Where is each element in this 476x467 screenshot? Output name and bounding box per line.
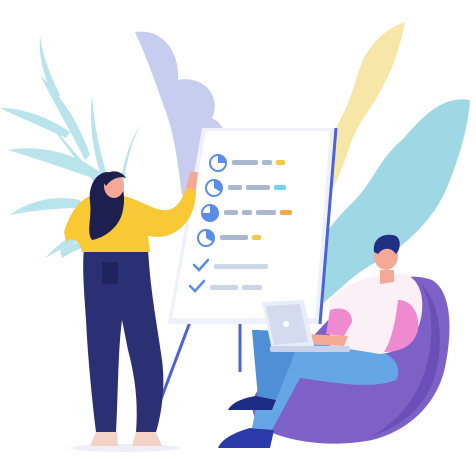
text-line (262, 160, 272, 165)
text-line (256, 210, 276, 215)
ground-shadow (70, 444, 180, 452)
text-line (220, 235, 248, 240)
text-line (224, 210, 238, 215)
text-line (214, 264, 268, 269)
illustration-scene (0, 22, 470, 452)
woman-top (64, 188, 196, 252)
man-neck (380, 270, 394, 284)
woman-shoe-right (132, 432, 162, 446)
text-line (210, 285, 238, 290)
accent-tag (280, 210, 292, 215)
woman-pants (83, 248, 164, 432)
text-line (242, 210, 252, 215)
accent-tag (276, 160, 285, 165)
man-shoe-front (218, 428, 274, 448)
text-line (228, 185, 242, 190)
text-line (246, 185, 270, 190)
text-line (242, 285, 262, 290)
pants-pocket (102, 262, 118, 284)
woman-shoe-left (90, 432, 118, 446)
text-line (232, 160, 258, 165)
laptop-base (270, 346, 350, 352)
accent-tag (252, 235, 261, 240)
laptop-logo-icon (283, 321, 289, 327)
accent-tag (274, 185, 286, 190)
